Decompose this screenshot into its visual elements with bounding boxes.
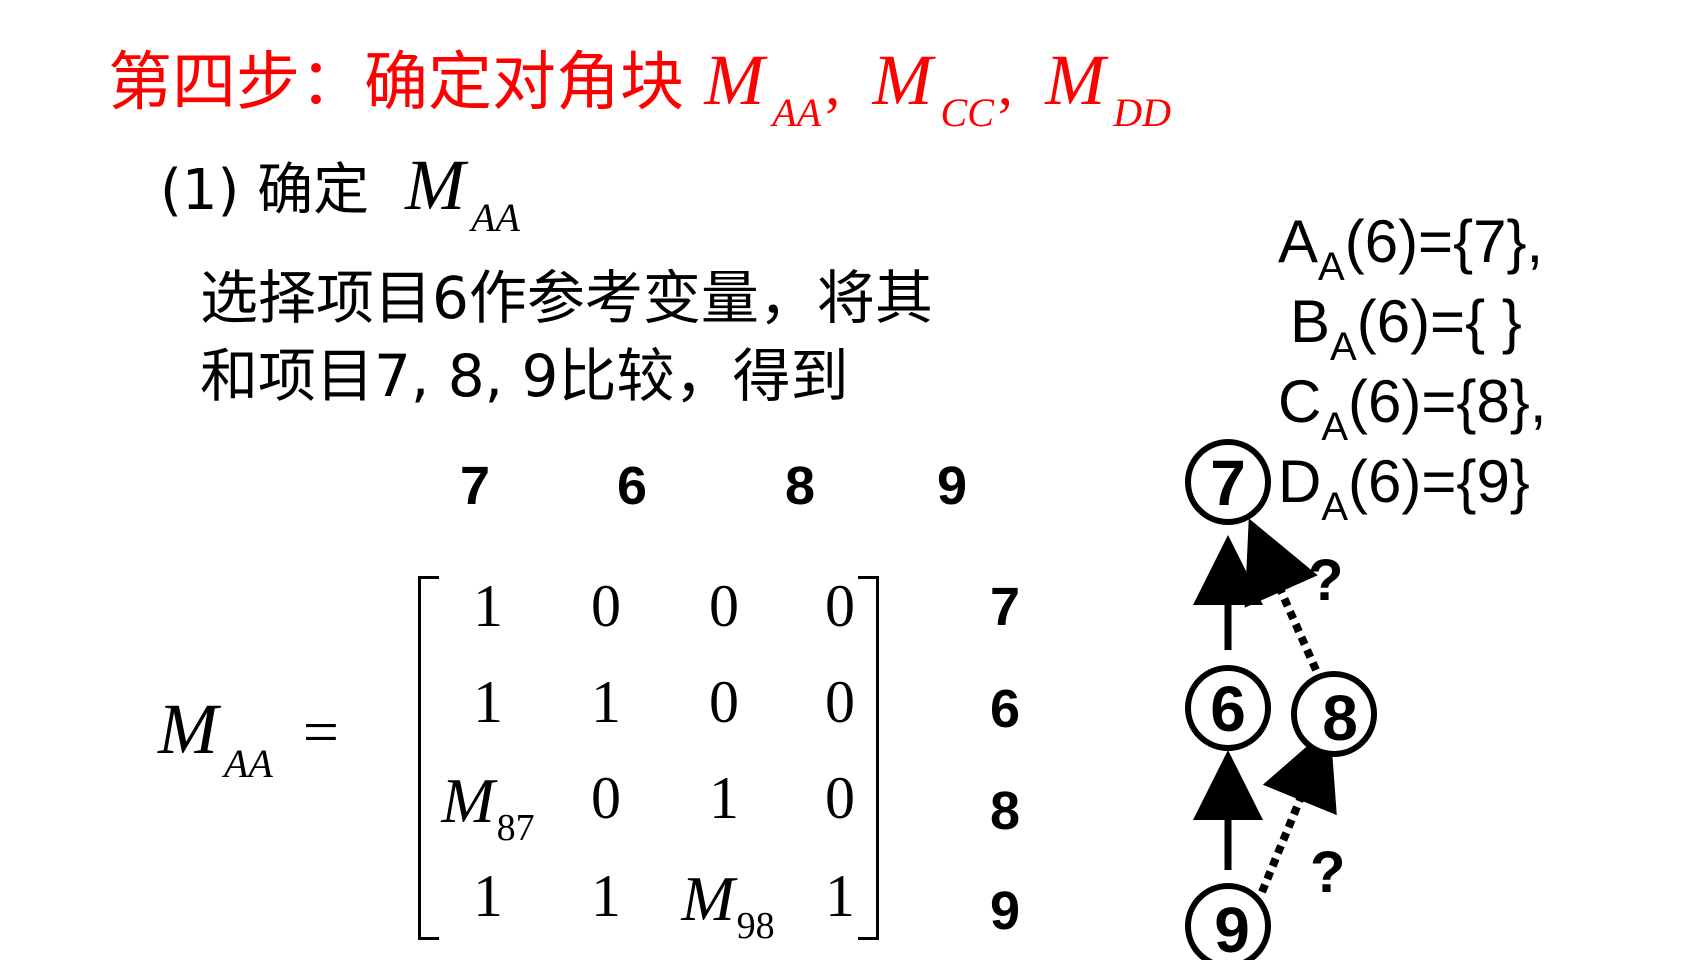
description-line-1: 选择项目6作参考变量，将其 (200, 264, 933, 332)
matrix-cell: 1 (709, 765, 739, 831)
title-block-aa: M AA, (704, 40, 841, 135)
matrix-left-bracket (418, 576, 439, 940)
matrix-cell: 0 (825, 765, 855, 831)
title-block-dd: M DD (1045, 40, 1171, 135)
row-header: 7 (990, 577, 1021, 637)
slide-title: 第四步：确定对角块 M AA, M CC, M DD (108, 40, 1171, 135)
matrix-cell: 1 (591, 863, 621, 929)
matrix-cell: 1 (825, 863, 855, 929)
node-9: 9 (1185, 883, 1271, 960)
row-header: 9 (990, 881, 1021, 941)
question-mark-lower: ? (1310, 840, 1345, 905)
matrix-right-bracket (858, 576, 879, 940)
title-text: 第四步：确定对角块 (108, 46, 684, 120)
set-a: AA(6)={7}, (1278, 208, 1544, 289)
node-6: 6 (1185, 665, 1271, 751)
description-line-2: 和项目7, 8, 9比较，得到 (200, 342, 849, 410)
column-header: 8 (784, 456, 816, 516)
matrix-cell: 1 (473, 863, 503, 929)
title-block-cc: M CC, (872, 40, 1013, 135)
row-header: 6 (990, 679, 1021, 739)
svg-text:6: 6 (1210, 673, 1246, 745)
svg-text:7: 7 (1210, 447, 1246, 519)
arrow-9-to-8-dotted (1258, 726, 1337, 894)
column-header: 7 (459, 456, 491, 516)
matrix-cell: 0 (825, 669, 855, 735)
matrix-cell-m98: M98 (681, 863, 775, 947)
matrix-cell: 0 (709, 669, 739, 735)
matrix-cell: 0 (591, 573, 621, 639)
step-symbol: M (405, 145, 466, 225)
row-header: 8 (990, 781, 1021, 841)
reachability-graph: 7 6 8 9 ? ? (1185, 439, 1377, 960)
matrix-lhs: M AA = (158, 689, 339, 786)
matrix-cell-m87: M87 (441, 765, 535, 849)
matrix-cell: 0 (825, 573, 855, 639)
matrix-cell: 1 (591, 669, 621, 735)
svg-text:9: 9 (1214, 894, 1250, 960)
svg-text:8: 8 (1322, 682, 1358, 754)
step-label: (1) 确定 (160, 158, 370, 223)
matrix-cell: 1 (473, 669, 503, 735)
matrix-cell: 0 (591, 765, 621, 831)
column-header: 6 (616, 456, 648, 516)
set-b: BA(6)={ } (1290, 288, 1522, 369)
node-7: 7 (1185, 439, 1271, 525)
matrix-cell: 1 (473, 573, 503, 639)
step-symbol-sub: AA (471, 195, 520, 240)
node-8: 8 (1291, 671, 1377, 757)
step-heading: (1) 确定 M AA (160, 149, 520, 240)
matrix-cell: 0 (709, 573, 739, 639)
question-mark-upper: ? (1308, 548, 1343, 613)
column-header: 9 (936, 456, 968, 516)
